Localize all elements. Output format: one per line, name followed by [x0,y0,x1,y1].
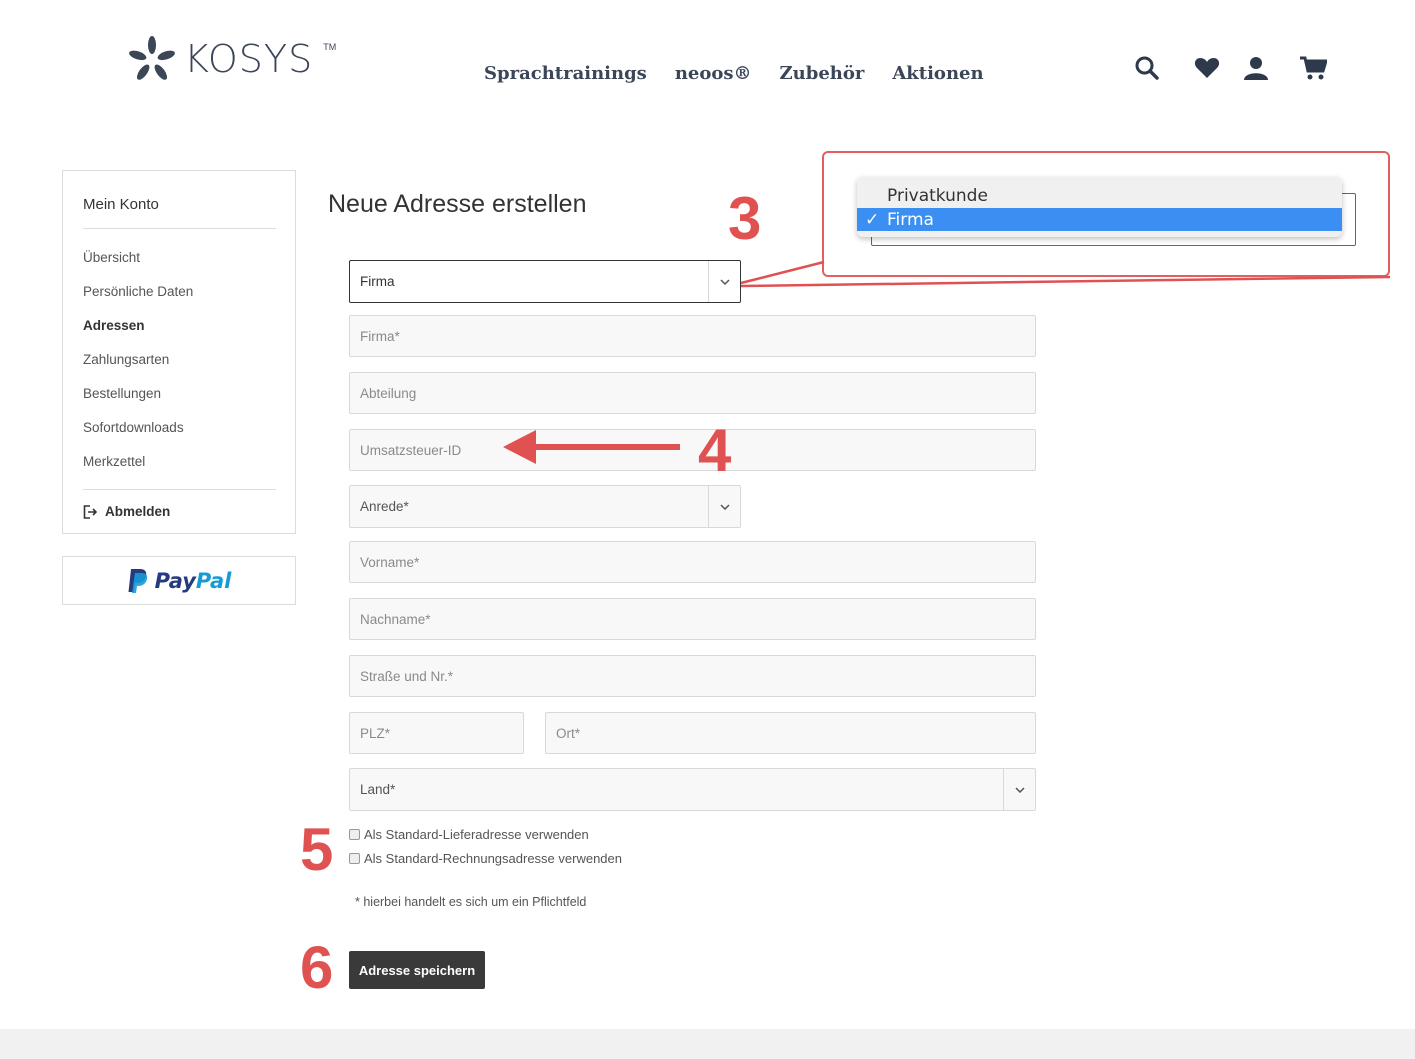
paypal-word-pal: Pal [195,568,232,593]
street-field[interactable]: Straße und Nr.* [349,655,1036,697]
sidebar-item-zahlungsarten[interactable]: Zahlungsarten [83,352,169,367]
customer-type-value: Firma [360,274,395,289]
account-sidebar: Mein Konto Übersicht Persönliche Daten A… [62,170,296,534]
company-field[interactable]: Firma* [349,315,1036,357]
default-shipping-checkbox[interactable] [349,829,360,840]
department-field[interactable]: Abteilung [349,372,1036,414]
country-placeholder: Land* [360,782,396,797]
paypal-word-pay: Pay [154,568,196,593]
paypal-icon [128,568,147,593]
salutation-select[interactable]: Anrede* [349,485,741,528]
step-number-3: 3 [728,185,762,252]
step-number-5: 5 [300,816,334,883]
vat-id-field[interactable]: Umsatzsteuer-ID [349,429,1036,471]
nav-item-aktionen[interactable]: Aktionen [892,63,983,84]
dropdown-option-privatkunde[interactable]: Privatkunde [857,184,1342,207]
zip-field[interactable]: PLZ* [349,712,524,754]
sidebar-item-merkzettel[interactable]: Merkzettel [83,454,145,469]
heart-icon[interactable] [1193,54,1221,82]
kosys-logo-icon [129,36,175,80]
save-address-button[interactable]: Adresse speichern [349,951,485,989]
brand-trademark: TM [323,42,337,52]
callout-connector-line [740,260,825,285]
default-billing-option: Als Standard-Rechnungsadresse verwenden [349,851,622,866]
default-billing-label[interactable]: Als Standard-Rechnungsadresse verwenden [364,851,622,866]
first-name-field[interactable]: Vorname* [349,541,1036,583]
sidebar-title: Mein Konto [83,196,159,213]
sidebar-item-persoenliche-daten[interactable]: Persönliche Daten [83,284,193,299]
step-number-6: 6 [300,934,334,1001]
footer-strip [0,1029,1415,1059]
brand-logo[interactable]: KOSYS TM [128,36,336,82]
city-field[interactable]: Ort* [545,712,1036,754]
checkmark-icon: ✓ [865,209,880,230]
country-select[interactable]: Land* [349,768,1036,811]
sidebar-item-uebersicht[interactable]: Übersicht [83,250,140,265]
sidebar-divider [83,228,276,229]
default-shipping-label[interactable]: Als Standard-Lieferadresse verwenden [364,827,589,842]
dropdown-option-firma[interactable]: ✓ Firma [857,208,1342,231]
default-shipping-option: Als Standard-Lieferadresse verwenden [349,827,589,842]
sidebar-item-bestellungen[interactable]: Bestellungen [83,386,161,401]
user-icon[interactable] [1242,54,1270,82]
last-name-field[interactable]: Nachname* [349,598,1036,640]
salutation-placeholder: Anrede* [360,499,409,514]
default-billing-checkbox[interactable] [349,853,360,864]
chevron-down-icon [708,261,740,302]
paypal-badge[interactable]: PayPal [62,556,296,605]
nav-item-neoos[interactable]: neoos® [675,63,752,84]
customer-type-select[interactable]: Firma [349,260,741,303]
required-note: * hierbei handelt es sich um ein Pflicht… [355,895,587,909]
chevron-down-icon [1003,769,1035,810]
search-icon[interactable] [1133,54,1161,82]
page-title: Neue Adresse erstellen [328,190,587,218]
callout-connector-line [740,275,1391,288]
logout-label: Abmelden [105,504,171,519]
logout-icon [83,504,98,519]
sidebar-item-sofortdownloads[interactable]: Sofortdownloads [83,420,184,435]
nav-item-zubehoer[interactable]: Zubehör [780,63,865,84]
sidebar-item-adressen[interactable]: Adressen [83,318,145,333]
nav-item-sprachtrainings[interactable]: Sprachtrainings [484,63,647,84]
logout-link[interactable]: Abmelden [83,504,170,519]
customer-type-dropdown-menu: Privatkunde ✓ Firma [857,177,1342,237]
brand-name: KOSYS [184,37,314,81]
step-number-4: 4 [698,417,732,484]
chevron-down-icon [708,486,740,527]
sidebar-divider [83,489,276,490]
cart-icon[interactable] [1299,54,1327,82]
main-nav: Sprachtrainings neoos® Zubehör Aktionen [484,63,984,84]
